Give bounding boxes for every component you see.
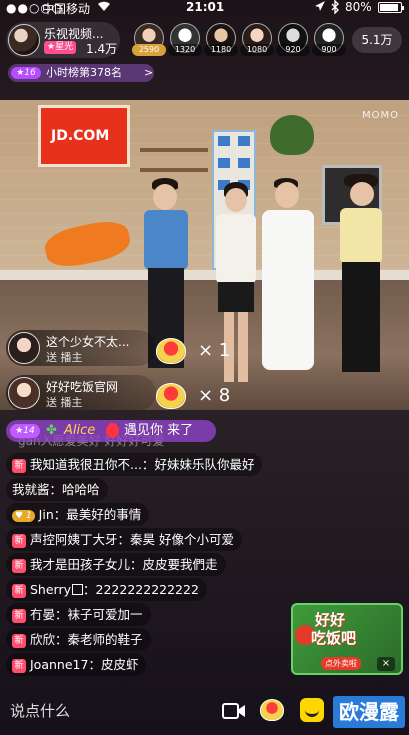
chat-text: 2222222222222 (95, 582, 199, 597)
chef-person (258, 178, 316, 393)
momo-watermark: MOMO (362, 110, 399, 121)
ad-close-button[interactable]: × (377, 657, 395, 671)
gift-sender-name: 这个少女不太... (46, 335, 130, 349)
gift-icon (156, 383, 186, 409)
shelf (140, 148, 208, 152)
jd-sign-text: JD.COM (51, 128, 110, 144)
viewer-count: 900 (312, 44, 346, 56)
comment-input[interactable]: 说点什么 (10, 700, 70, 721)
chat-text: 最美好的事情 (66, 507, 142, 522)
user-level-badge: ♥ 1 (12, 510, 35, 522)
gift-banner: 这个少女不太... 送 播主 (6, 330, 156, 366)
user-level-badge: ★14 (10, 424, 40, 438)
chevron-right-icon: > (144, 66, 154, 79)
plant (270, 115, 314, 155)
guest-person (336, 174, 386, 394)
chat-message[interactable]: 新 Sherry ：2222222222222 (6, 578, 207, 601)
video-camera-icon[interactable] (222, 702, 246, 720)
gift-target: 送 播主 (46, 396, 83, 409)
ad-cta-button[interactable]: 点外卖啦 (321, 657, 361, 670)
viewer-count: 1180 (204, 44, 238, 56)
chat-username[interactable]: 欣欣 (30, 632, 55, 647)
jd-sign: JD.COM (38, 105, 130, 167)
chat-message[interactable]: 新我才是田孩子女儿：皮皮要我們走 (6, 553, 226, 576)
user-level-number: 1 (25, 511, 32, 521)
host-fans-count: 1.4万 (86, 42, 118, 56)
wifi-icon (97, 0, 111, 15)
chat-username[interactable]: Jin (39, 507, 54, 522)
viewer-count: 1320 (168, 44, 202, 56)
gift-sender-name: 好好吃饭官网 (46, 380, 119, 394)
new-user-badge: 新 (12, 609, 26, 623)
gift-multiplier: × 1 (198, 340, 231, 361)
chat-username[interactable]: 我才是田孩子女儿 (30, 557, 130, 572)
food-delivery-ad[interactable]: 好好 吃饭吧 点外卖啦 × (291, 603, 403, 675)
gift-target: 送 播主 (46, 351, 83, 364)
square-icon (72, 584, 84, 595)
chat-message[interactable]: 我就酱：哈哈哈 (6, 478, 108, 501)
chat-text: 皮皮虾 (100, 657, 139, 672)
chat-message[interactable]: ♥ 1 Jin：最美好的事情 (6, 503, 150, 526)
emoji-button[interactable] (300, 698, 324, 722)
viewer-count: 2590 (132, 44, 166, 56)
host-info-pill[interactable]: 乐视视频... ★星光 1.4万 (6, 22, 120, 58)
user-entrance-banner: ★14 ✤ Alice 遇见你 来了 (6, 420, 216, 442)
shelf (140, 168, 208, 172)
new-user-badge: 新 (12, 459, 26, 473)
balloon-icon (106, 423, 119, 438)
chat-text: 秦老师的鞋子 (67, 632, 143, 647)
gift-button[interactable] (260, 699, 284, 721)
battery-percent: 80% (345, 0, 372, 14)
chat-username[interactable]: Joanne17 (30, 657, 88, 672)
entering-user-name[interactable]: Alice (64, 420, 95, 442)
new-user-badge: 新 (12, 634, 26, 648)
carrier-label: 中国移动 (42, 2, 91, 16)
chat-username[interactable]: 声控阿姨丁大牙 (30, 532, 118, 547)
chat-message[interactable]: 新欣欣：秦老师的鞋子 (6, 628, 151, 651)
chat-text: 皮皮要我們走 (142, 557, 218, 572)
bluetooth-icon (330, 0, 340, 17)
host-avatar[interactable] (8, 24, 40, 56)
chat-username[interactable]: Sherry (30, 582, 71, 597)
gift-icon (156, 338, 186, 364)
location-icon (314, 0, 326, 15)
new-user-badge: 新 (12, 659, 26, 673)
rank-text: 小时榜第378名 (46, 66, 122, 79)
new-user-badge: 新 (12, 584, 26, 598)
host-star-badge: ★星光 (44, 41, 77, 54)
gift-sender-avatar[interactable] (8, 332, 40, 364)
chat-message[interactable]: 新 Joanne17：皮皮虾 (6, 653, 147, 676)
chat-text: 袜子可爱加一 (67, 607, 143, 622)
total-viewers-button[interactable]: 5.1万 (352, 27, 402, 53)
chat-message[interactable]: 新冇晏：袜子可爱加一 (6, 603, 151, 626)
status-bar: ●●○○○ 中国移动 21:01 80% (0, 0, 409, 16)
chat-username[interactable]: 冇晏 (30, 607, 55, 622)
gift-sender-avatar[interactable] (8, 377, 40, 409)
gift-multiplier: × 8 (198, 385, 231, 406)
site-watermark: 欧漫露 (333, 696, 405, 728)
chat-message[interactable]: 新我知道我很丑你不...：好妹妹乐队你最好 (6, 453, 263, 476)
chat-text: 秦昊 好像个小可爱 (130, 532, 235, 547)
chat-username[interactable]: 我就酱 (12, 482, 50, 497)
hourly-rank-button[interactable]: ★16 小时榜第378名 > (8, 64, 154, 82)
chat-text: 好妹妹乐队你最好 (154, 457, 255, 472)
chat-text: 哈哈哈 (62, 482, 100, 497)
chat-message[interactable]: 新声控阿姨丁大牙：秦昊 好像个小可爱 (6, 528, 243, 551)
clover-icon: ✤ (46, 423, 57, 438)
ad-subtitle: 吃饭吧 (311, 629, 357, 647)
rank-level-badge: ★16 (11, 67, 41, 79)
gift-banner: 好好吃饭官网 送 播主 (6, 375, 156, 411)
entrance-text: 遇见你 来了 (124, 423, 194, 438)
battery-icon (378, 2, 404, 13)
new-user-badge: 新 (12, 534, 26, 548)
viewer-count: 920 (276, 44, 310, 56)
chat-username[interactable]: 我知道我很丑你不... (30, 457, 142, 472)
viewer-count: 1080 (240, 44, 274, 56)
clock: 21:01 (186, 0, 225, 14)
new-user-badge: 新 (12, 559, 26, 573)
